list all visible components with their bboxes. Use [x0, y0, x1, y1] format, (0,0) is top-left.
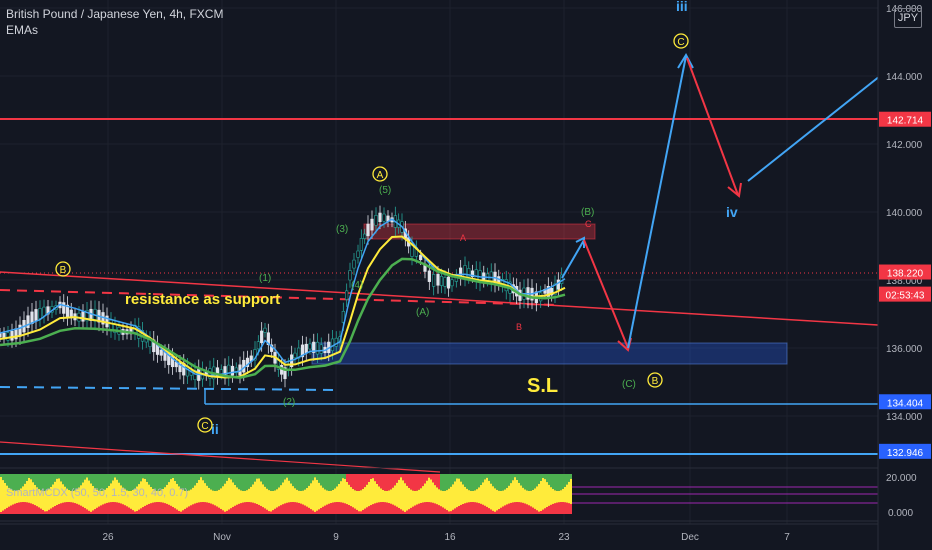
wave-3-label: (3) [336, 224, 348, 235]
time-tick: 23 [558, 532, 570, 543]
wave-2-label: (2) [283, 397, 295, 408]
sub-wave-C-label: C [585, 219, 592, 229]
osc-tick-0: 0.000 [888, 508, 913, 519]
wave-iii-label: iii [676, 0, 688, 14]
currency-button[interactable]: JPY [894, 8, 922, 28]
price-tick: 140.000 [886, 208, 923, 219]
time-tick: 16 [444, 532, 456, 543]
circle-C-top: C [673, 33, 689, 49]
svg-text:138.220: 138.220 [887, 269, 924, 280]
projection-arrows [561, 52, 881, 352]
circle-A-top: A [372, 166, 388, 182]
wave-4-label: (4) [351, 280, 363, 291]
price-badge: 132.946 [879, 443, 931, 459]
wave-iv-label: iv [726, 204, 738, 220]
price-tick: 136.000 [886, 344, 923, 355]
svg-text:142.714: 142.714 [887, 116, 924, 127]
svg-text:134.404: 134.404 [887, 398, 924, 409]
time-tick: 9 [333, 532, 339, 543]
time-tick: Nov [213, 532, 231, 543]
osc-tick-20: 20.000 [886, 473, 917, 484]
circle-B-right: B [647, 372, 663, 388]
wave-C-label: (C) [622, 379, 636, 390]
price-badge: 134.404 [879, 394, 931, 410]
sub-wave-B-label: B [516, 322, 522, 332]
arrow-up-to-B [561, 239, 585, 279]
circle-B-left: B [55, 261, 71, 277]
chart-title: British Pound / Japanese Yen, 4h, FXCM [6, 7, 224, 21]
chart-grid [0, 0, 878, 524]
price-chart[interactable]: resistance as support S.L iii iv ii B A … [0, 0, 932, 550]
time-tick: 7 [784, 532, 790, 543]
svg-text:C: C [201, 421, 208, 432]
oscillator-panel: SmartMCDX (50, 50, 1.5, 30, 40, 0.7) [0, 467, 932, 522]
price-tick: 142.000 [886, 140, 923, 151]
indicator-label: EMAs [6, 23, 39, 37]
stop-loss-label: S.L [527, 375, 558, 397]
arrow-down-wave-iv [686, 57, 739, 196]
price-axis[interactable]: 146.000144.000142.000140.000138.000136.0… [877, 0, 932, 550]
time-tick: 26 [102, 532, 114, 543]
arrow-up-wave-iii [627, 55, 687, 349]
wave-A-label: (A) [416, 307, 429, 318]
wave-B-label: (B) [581, 207, 594, 218]
price-tick: 134.000 [886, 412, 923, 423]
wave-1-label: (1) [259, 273, 271, 284]
wave-labels-green: (1) (2) (3) (4) (5) (A) (B) (C) [259, 185, 636, 408]
svg-text:A: A [377, 170, 384, 181]
resistance-as-support-label: resistance as support [125, 291, 280, 308]
price-badge: 02:53:43 [879, 286, 931, 302]
svg-text:B: B [652, 376, 659, 387]
price-tick: 144.000 [886, 72, 923, 83]
price-badge: 142.714 [879, 111, 931, 127]
time-tick: Dec [681, 532, 699, 543]
arrow-down-to-C [583, 239, 629, 349]
dashed-blue-line [0, 386, 337, 391]
time-axis[interactable]: 26 Nov 9 16 23 Dec 7 [0, 523, 878, 543]
svg-text:132.946: 132.946 [887, 448, 924, 459]
svg-text:B: B [60, 265, 67, 276]
price-badge: 138.220 [879, 264, 931, 280]
stop-loss-zone [311, 342, 788, 365]
svg-text:02:53:43: 02:53:43 [886, 291, 925, 302]
wave-5-label: (5) [379, 185, 391, 196]
sub-wave-A-label: A [460, 233, 466, 243]
arrow-up-wave-v [747, 75, 881, 182]
circle-C-bottom: C [197, 417, 213, 433]
oscillator-label: SmartMCDX (50, 50, 1.5, 30, 40, 0.7) [6, 487, 188, 499]
svg-text:C: C [677, 37, 684, 48]
